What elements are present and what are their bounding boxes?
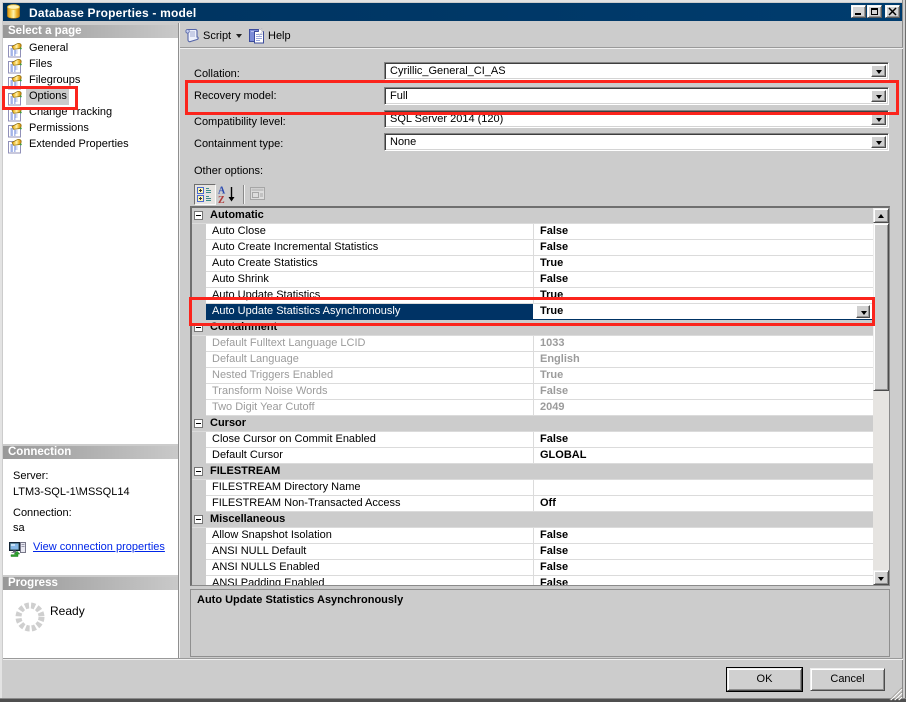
svg-text:Z: Z [218, 195, 225, 205]
